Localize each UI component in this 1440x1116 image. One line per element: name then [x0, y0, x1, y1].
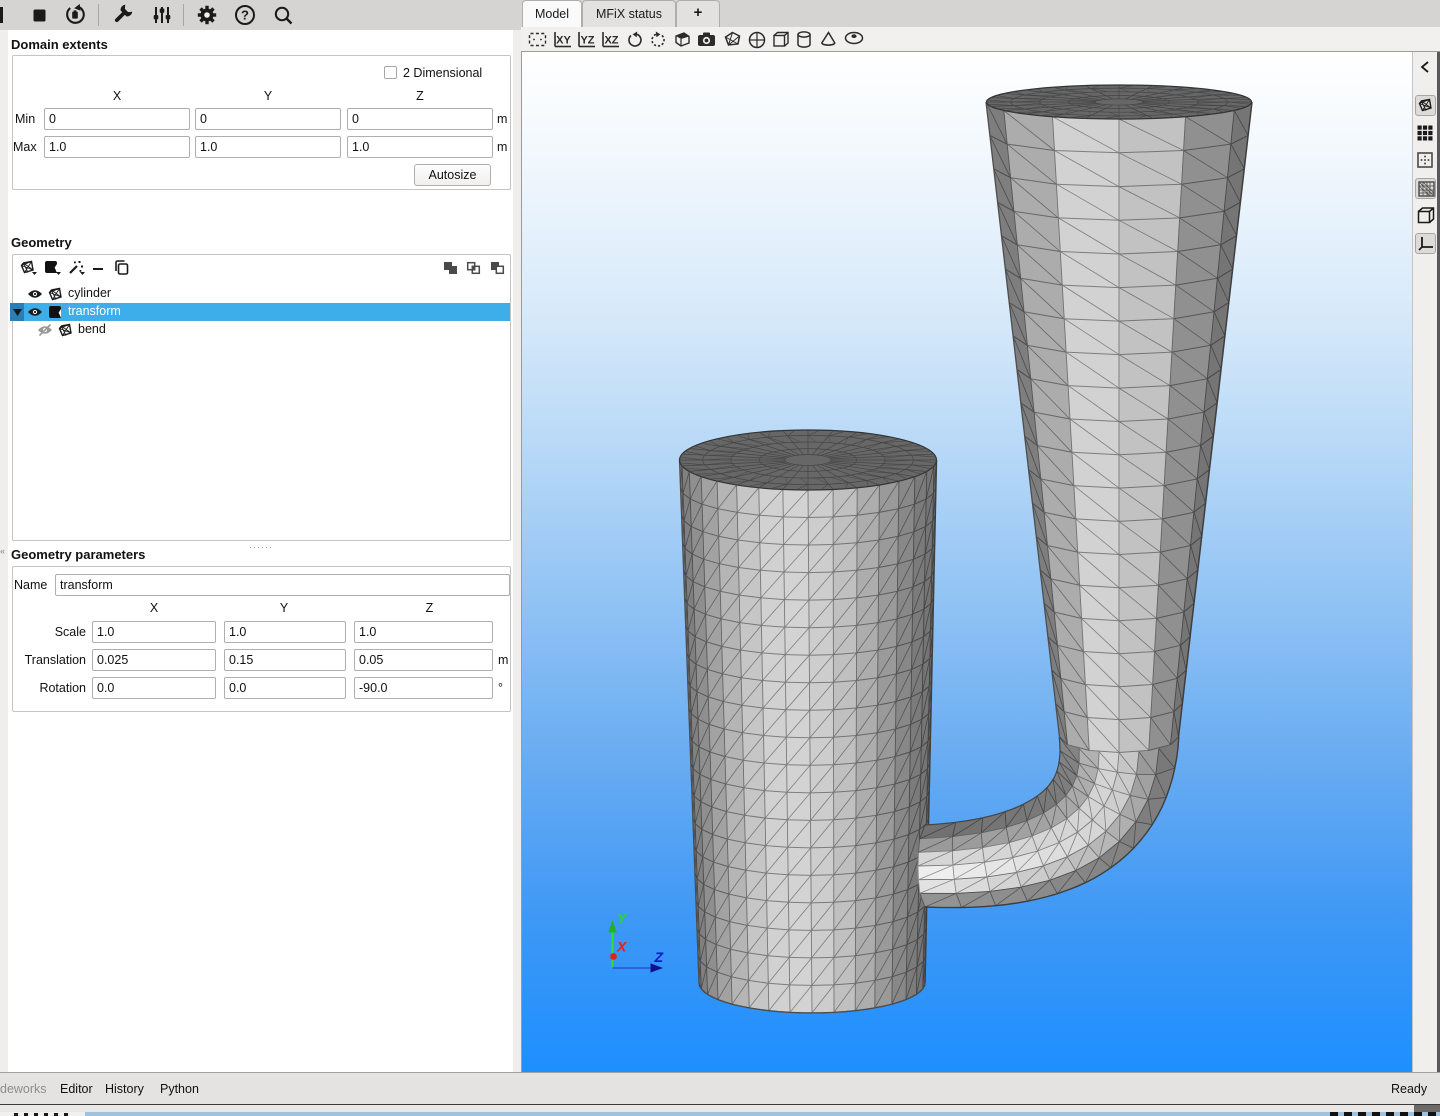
svg-text:XZ: XZ	[604, 35, 618, 47]
svg-text:XY: XY	[556, 35, 571, 47]
svg-text:X: X	[616, 939, 628, 955]
svg-text:?: ?	[241, 8, 249, 23]
svg-text:Z: Z	[654, 949, 664, 965]
svg-text:YZ: YZ	[580, 35, 594, 47]
